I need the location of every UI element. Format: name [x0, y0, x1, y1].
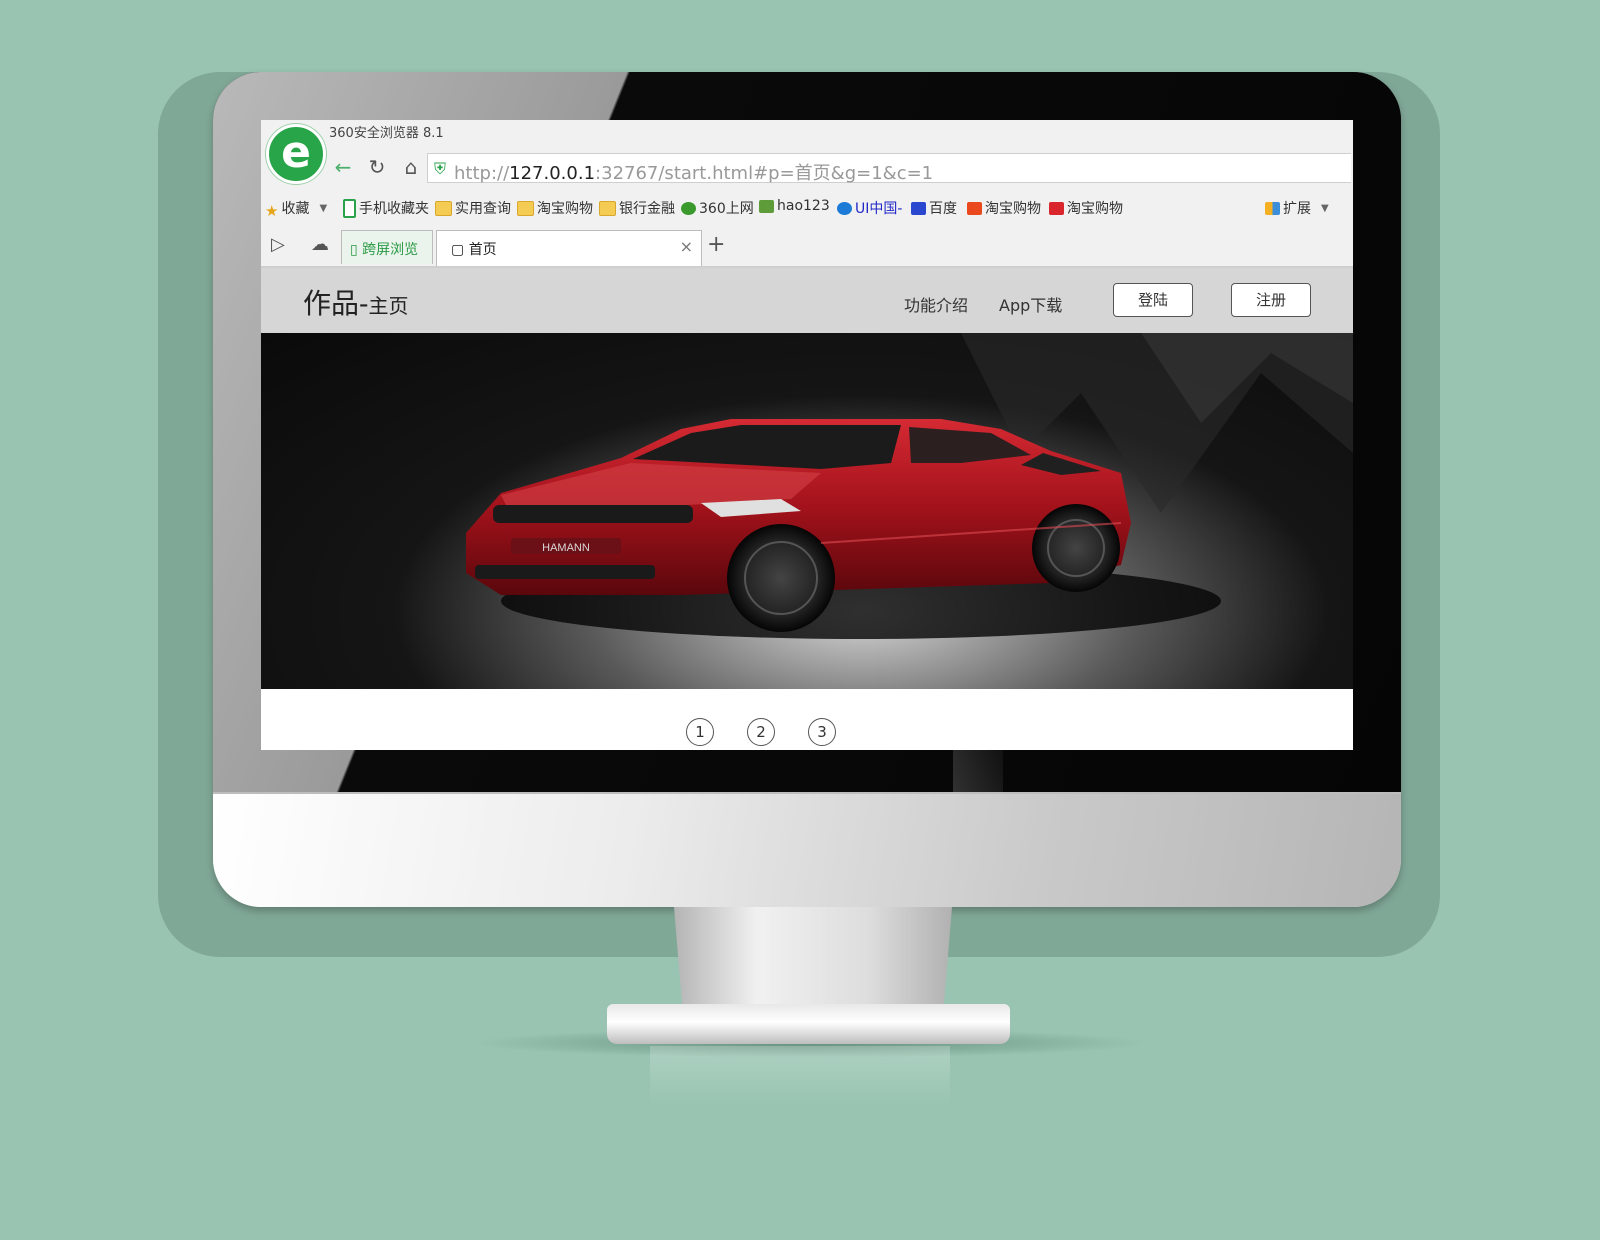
chevron-down-icon: ▼	[319, 202, 328, 214]
hero-banner: HAMANN	[261, 333, 1353, 689]
tab-cross-screen[interactable]: ▯ 跨屏浏览	[341, 230, 433, 264]
monitor-chin	[213, 792, 1401, 907]
pager-dot-2[interactable]: 2	[747, 718, 775, 746]
close-icon[interactable]: ×	[680, 237, 693, 256]
bookmarks-bar: ★ 收藏 ▼ 手机收藏夹 实用查询 淘宝购物 银行金融 360上网 hao123 U…	[261, 186, 1353, 228]
nav-features[interactable]: 功能介绍	[904, 292, 968, 316]
window-title: 360安全浏览器 8.1	[329, 126, 444, 141]
nav-app-download[interactable]: App下载	[999, 292, 1062, 316]
folder-icon	[435, 200, 452, 216]
monitor-stand-foot	[607, 1004, 1010, 1044]
bookmark-baidu[interactable]: 百度	[911, 198, 957, 218]
cloud-icon[interactable]: ☁	[311, 234, 329, 255]
ui-icon	[837, 201, 852, 215]
new-tab-plus-icon[interactable]: +	[707, 232, 725, 257]
pager-dot-3[interactable]: 3	[808, 718, 836, 746]
baidu-paw-icon	[911, 201, 926, 215]
floor-reflection	[650, 1046, 950, 1106]
bookmark-taobao-folder[interactable]: 淘宝购物	[517, 198, 593, 218]
url-text: http://127.0.0.1:32767/start.html#p=首页&g…	[454, 163, 934, 184]
browser-screen: 360安全浏览器 8.1 ← ↻ ⌂ ⛨ http://127.0.0.1:32…	[261, 120, 1353, 750]
security-shield-icon: ⛨	[434, 159, 447, 178]
home-icon[interactable]: ⌂	[397, 154, 425, 180]
house-icon	[759, 199, 774, 213]
phone-icon	[343, 198, 356, 218]
monitor-stand-neck	[674, 907, 952, 1007]
360-icon	[681, 201, 696, 215]
hero-badge-text: HAMANN	[542, 542, 590, 554]
bookmark-hao123[interactable]: hao123	[759, 198, 830, 214]
bookmark-taobao-1[interactable]: 淘宝购物	[967, 198, 1041, 218]
360-browser-logo-icon: e	[266, 124, 326, 184]
browser-titlebar: 360安全浏览器 8.1	[261, 120, 1353, 150]
site-header: 作品-主页 功能介绍 App下载 登陆 注册	[261, 268, 1353, 333]
folder-icon	[517, 200, 534, 216]
tab-bar: ▷ ☁ ▯ 跨屏浏览 ▢ 首页 × +	[261, 228, 1353, 268]
tab-home[interactable]: ▢ 首页 ×	[436, 230, 702, 266]
sidebar-toggle-icon[interactable]: ▷	[271, 234, 285, 255]
bookmark-360[interactable]: 360上网	[681, 198, 754, 218]
site-title: 作品-主页	[303, 287, 409, 320]
folder-icon	[599, 200, 616, 216]
bookmark-extensions[interactable]: 扩展 ▼	[1265, 198, 1329, 218]
login-button[interactable]: 登陆	[1113, 283, 1193, 317]
star-icon: ★	[265, 201, 279, 220]
bookmark-favorites[interactable]: ★ 收藏 ▼	[265, 198, 328, 220]
back-arrow-icon[interactable]: ←	[329, 154, 357, 180]
bookmark-banking[interactable]: 银行金融	[599, 198, 675, 218]
taobao-icon	[967, 201, 982, 215]
reload-icon[interactable]: ↻	[363, 154, 391, 180]
car-image: HAMANN	[466, 333, 1353, 639]
bookmark-taobao-2[interactable]: 淘宝购物	[1049, 198, 1123, 218]
bookmark-ui-china[interactable]: UI中国-	[837, 198, 902, 218]
pager-dot-1[interactable]: 1	[686, 718, 714, 746]
browser-toolbar: ← ↻ ⌂ ⛨ http://127.0.0.1:32767/start.htm…	[261, 150, 1353, 186]
taobao-icon	[1049, 201, 1064, 215]
register-button[interactable]: 注册	[1231, 283, 1311, 317]
bookmark-useful-queries[interactable]: 实用查询	[435, 198, 511, 218]
extension-icon	[1265, 201, 1280, 215]
chevron-down-icon: ▼	[1321, 202, 1329, 214]
bookmark-mobile-favorites[interactable]: 手机收藏夹	[343, 198, 429, 218]
address-bar[interactable]: ⛨ http://127.0.0.1:32767/start.html#p=首页…	[427, 153, 1351, 184]
